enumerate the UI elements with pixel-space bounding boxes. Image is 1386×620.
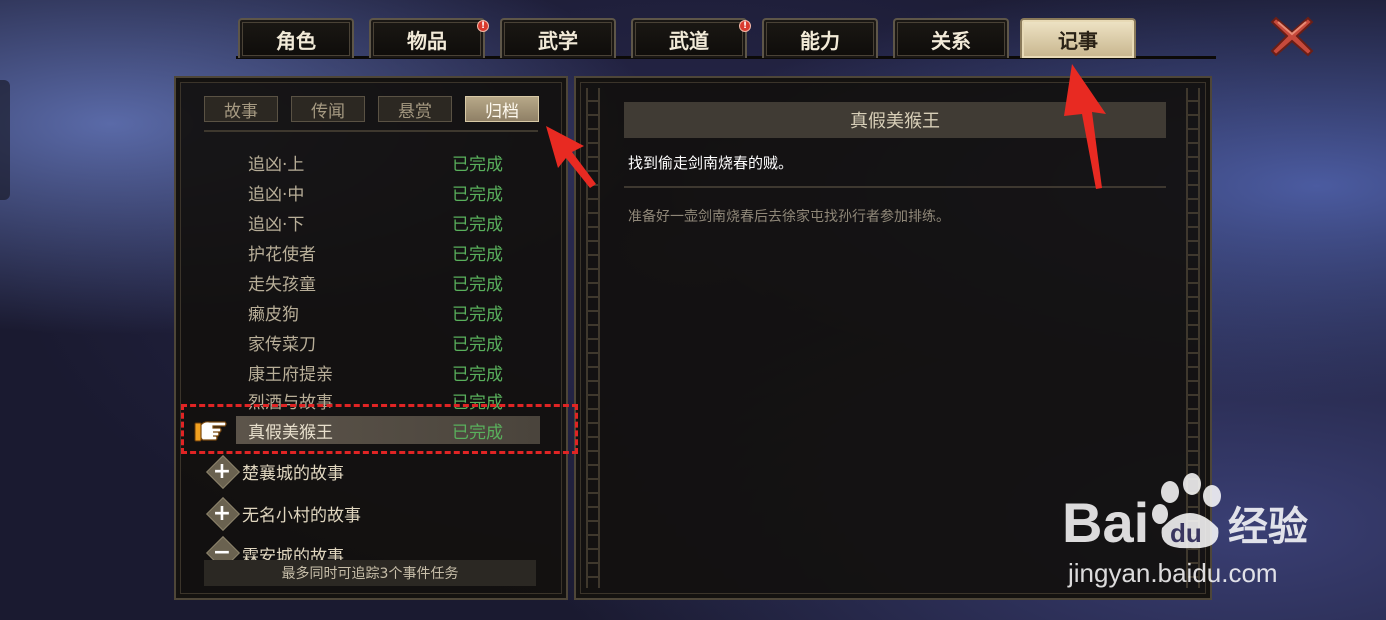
story-group-collapsible[interactable]: − 霖安城的故事 (206, 536, 344, 561)
quest-name: 走失孩童 (248, 274, 316, 295)
quest-name: 家传菜刀 (248, 334, 316, 355)
quest-status: 已完成 (452, 154, 503, 175)
quest-objective: 找到偷走剑南烧春的贼。 (628, 154, 794, 172)
quest-name: 癞皮狗 (248, 304, 299, 325)
tab-label: 关系 (931, 28, 971, 53)
alert-badge: ! (739, 20, 751, 32)
quest-status: 已完成 (452, 184, 503, 205)
collapse-symbol: − (212, 539, 232, 561)
tab-label: 记事 (1058, 28, 1098, 53)
tab-items[interactable]: 物品! (369, 18, 489, 58)
annotation-arrow-icon (1064, 64, 1106, 189)
expand-icon[interactable]: + (206, 455, 238, 487)
tab-character[interactable]: 角色 (238, 18, 354, 58)
tab-abilities[interactable]: 能力 (762, 18, 878, 58)
tab-relations[interactable]: 关系 (893, 18, 1009, 58)
annotation-arrow-icon (546, 126, 596, 188)
group-label: 楚襄城的故事 (242, 463, 344, 484)
close-icon[interactable] (1270, 14, 1314, 58)
tab-wudao[interactable]: 武道! (631, 18, 751, 58)
story-group-expandable[interactable]: + 楚襄城的故事 (206, 454, 344, 488)
watermark-url: jingyan.baidu.com (1068, 558, 1278, 588)
tab-journal[interactable]: 记事 (1020, 18, 1136, 58)
quest-name: 康王府提亲 (248, 364, 333, 385)
quest-row[interactable]: 家传菜刀 已完成 (236, 328, 540, 356)
subtab-label: 故事 (224, 101, 258, 122)
subtab-story[interactable]: 故事 (204, 96, 278, 122)
expand-symbol: + (212, 458, 232, 484)
subtab-archive[interactable]: 归档 (465, 96, 539, 122)
subtab-rumor[interactable]: 传闻 (291, 96, 365, 122)
quest-row[interactable]: 癞皮狗 已完成 (236, 298, 540, 326)
story-group-expandable[interactable]: + 无名小村的故事 (206, 496, 361, 530)
tab-martial-arts[interactable]: 武学 (500, 18, 616, 58)
quest-row[interactable]: 康王府提亲 已完成 (236, 358, 540, 386)
tab-label: 角色 (276, 28, 316, 53)
subtab-bounty[interactable]: 悬赏 (378, 96, 452, 122)
quest-name: 追凶·下 (248, 214, 305, 235)
subtab-label: 归档 (485, 101, 519, 122)
divider (204, 130, 538, 132)
quest-list-panel: 故事 传闻 悬赏 归档 追凶·上 已完成 追凶·中 已完成 追凶·下 已完成 护花使者… (174, 76, 568, 600)
quest-row[interactable]: 走失孩童 已完成 (236, 268, 540, 296)
tab-label: 武学 (538, 28, 578, 53)
quest-row[interactable]: 追凶·上 已完成 (236, 148, 540, 176)
quest-row[interactable]: 护花使者 已完成 (236, 238, 540, 266)
quest-status: 已完成 (452, 364, 503, 385)
tab-label: 能力 (800, 28, 840, 53)
quest-status: 已完成 (452, 334, 503, 355)
expand-icon[interactable]: + (206, 497, 238, 529)
watermark-brand: Bai (1062, 491, 1149, 554)
tracking-limit-note: 最多同时可追踪3个事件任务 (204, 560, 536, 586)
subtab-label: 悬赏 (398, 101, 432, 122)
quest-status: 已完成 (452, 244, 503, 265)
watermark-brand2: du (1170, 518, 1202, 548)
group-label: 霖安城的故事 (242, 547, 344, 560)
alert-badge: ! (477, 20, 489, 32)
group-label: 无名小村的故事 (242, 505, 361, 526)
quest-status: 已完成 (452, 214, 503, 235)
quest-status: 已完成 (452, 274, 503, 295)
quest-description: 准备好一壶剑南烧春后去徐家屯找孙行者参加排练。 (628, 209, 950, 225)
side-handle[interactable] (0, 80, 10, 200)
tab-label: 物品 (407, 28, 447, 53)
watermark-cn: 经验 (1228, 504, 1308, 550)
quest-row[interactable]: 追凶·下 已完成 (236, 208, 540, 236)
expand-symbol: + (212, 500, 232, 526)
annotation-highlight-box (181, 404, 578, 454)
quest-row[interactable]: 追凶·中 已完成 (236, 178, 540, 206)
tab-label: 武道 (669, 28, 709, 53)
subtab-label: 传闻 (311, 101, 345, 122)
quest-name: 护花使者 (248, 244, 316, 265)
quest-name: 追凶·上 (248, 154, 305, 175)
collapse-icon[interactable]: − (206, 536, 238, 561)
quest-name: 追凶·中 (248, 184, 305, 205)
quest-status: 已完成 (452, 304, 503, 325)
